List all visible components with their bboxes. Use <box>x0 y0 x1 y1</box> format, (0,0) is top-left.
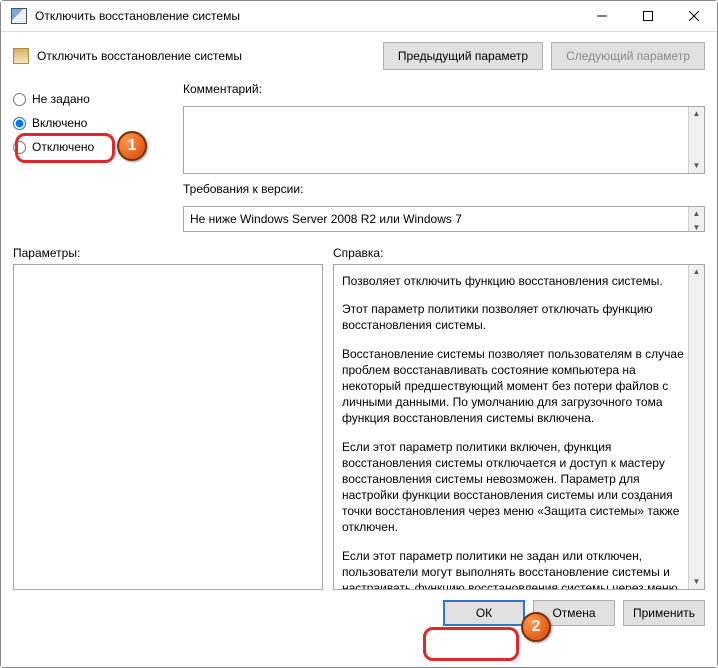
scroll-up-icon[interactable]: ▲ <box>693 265 701 279</box>
radio-not-configured-label: Не задано <box>32 92 90 106</box>
next-setting-button[interactable]: Следующий параметр <box>551 42 705 70</box>
comment-label: Комментарий: <box>183 82 705 96</box>
radio-enabled-label: Включено <box>32 116 87 130</box>
help-scrollbar[interactable]: ▲ ▼ <box>688 265 704 589</box>
cancel-button[interactable]: Отмена <box>533 600 615 626</box>
state-radios: Не задано Включено Отключено <box>13 82 163 232</box>
radio-disabled[interactable]: Отключено <box>13 140 163 154</box>
policy-icon <box>13 48 29 64</box>
app-icon <box>11 8 27 24</box>
scroll-down-icon[interactable]: ▼ <box>693 575 701 589</box>
scroll-up-icon[interactable]: ▲ <box>693 107 701 121</box>
options-label: Параметры: <box>13 246 333 260</box>
apply-button[interactable]: Применить <box>623 600 705 626</box>
policy-subtitle: Отключить восстановление системы <box>37 49 375 63</box>
radio-not-configured-input[interactable] <box>13 93 26 106</box>
options-panel <box>13 264 323 590</box>
comment-scrollbar[interactable]: ▲ ▼ <box>688 107 704 173</box>
requirements-label: Требования к версии: <box>183 182 705 196</box>
requirements-text: Не ниже Windows Server 2008 R2 или Windo… <box>190 212 462 226</box>
help-panel: Позволяет отключить функцию восстановлен… <box>333 264 705 590</box>
previous-setting-button[interactable]: Предыдущий параметр <box>383 42 543 70</box>
close-button[interactable] <box>671 1 717 32</box>
help-p3: Восстановление системы позволяет пользов… <box>342 346 684 427</box>
requirements-field: Не ниже Windows Server 2008 R2 или Windo… <box>183 206 705 232</box>
radio-disabled-input[interactable] <box>13 141 26 154</box>
radio-enabled[interactable]: Включено <box>13 116 163 130</box>
radio-enabled-input[interactable] <box>13 117 26 130</box>
window-title: Отключить восстановление системы <box>35 9 579 23</box>
titlebar: Отключить восстановление системы <box>1 1 717 32</box>
help-p5: Если этот параметр политики не задан или… <box>342 548 684 590</box>
header-row: Отключить восстановление системы Предыду… <box>13 42 705 70</box>
help-p4: Если этот параметр политики включен, фун… <box>342 439 684 536</box>
scroll-down-icon[interactable]: ▼ <box>693 159 701 173</box>
dialog-footer: ОК Отмена Применить <box>13 600 705 626</box>
comment-textarea[interactable]: ▲ ▼ <box>183 106 705 174</box>
scroll-down-icon[interactable]: ▼ <box>693 221 701 235</box>
ok-button[interactable]: ОК <box>443 600 525 626</box>
radio-not-configured[interactable]: Не задано <box>13 92 163 106</box>
maximize-button[interactable] <box>625 1 671 32</box>
scroll-up-icon[interactable]: ▲ <box>693 207 701 221</box>
help-p1: Позволяет отключить функцию восстановлен… <box>342 273 684 289</box>
requirements-scrollbar[interactable]: ▲ ▼ <box>688 207 704 231</box>
help-p2: Этот параметр политики позволяет отключа… <box>342 301 684 333</box>
minimize-button[interactable] <box>579 1 625 32</box>
dialog-content: Отключить восстановление системы Предыду… <box>1 32 717 667</box>
help-label: Справка: <box>333 246 705 260</box>
radio-disabled-label: Отключено <box>32 140 94 154</box>
